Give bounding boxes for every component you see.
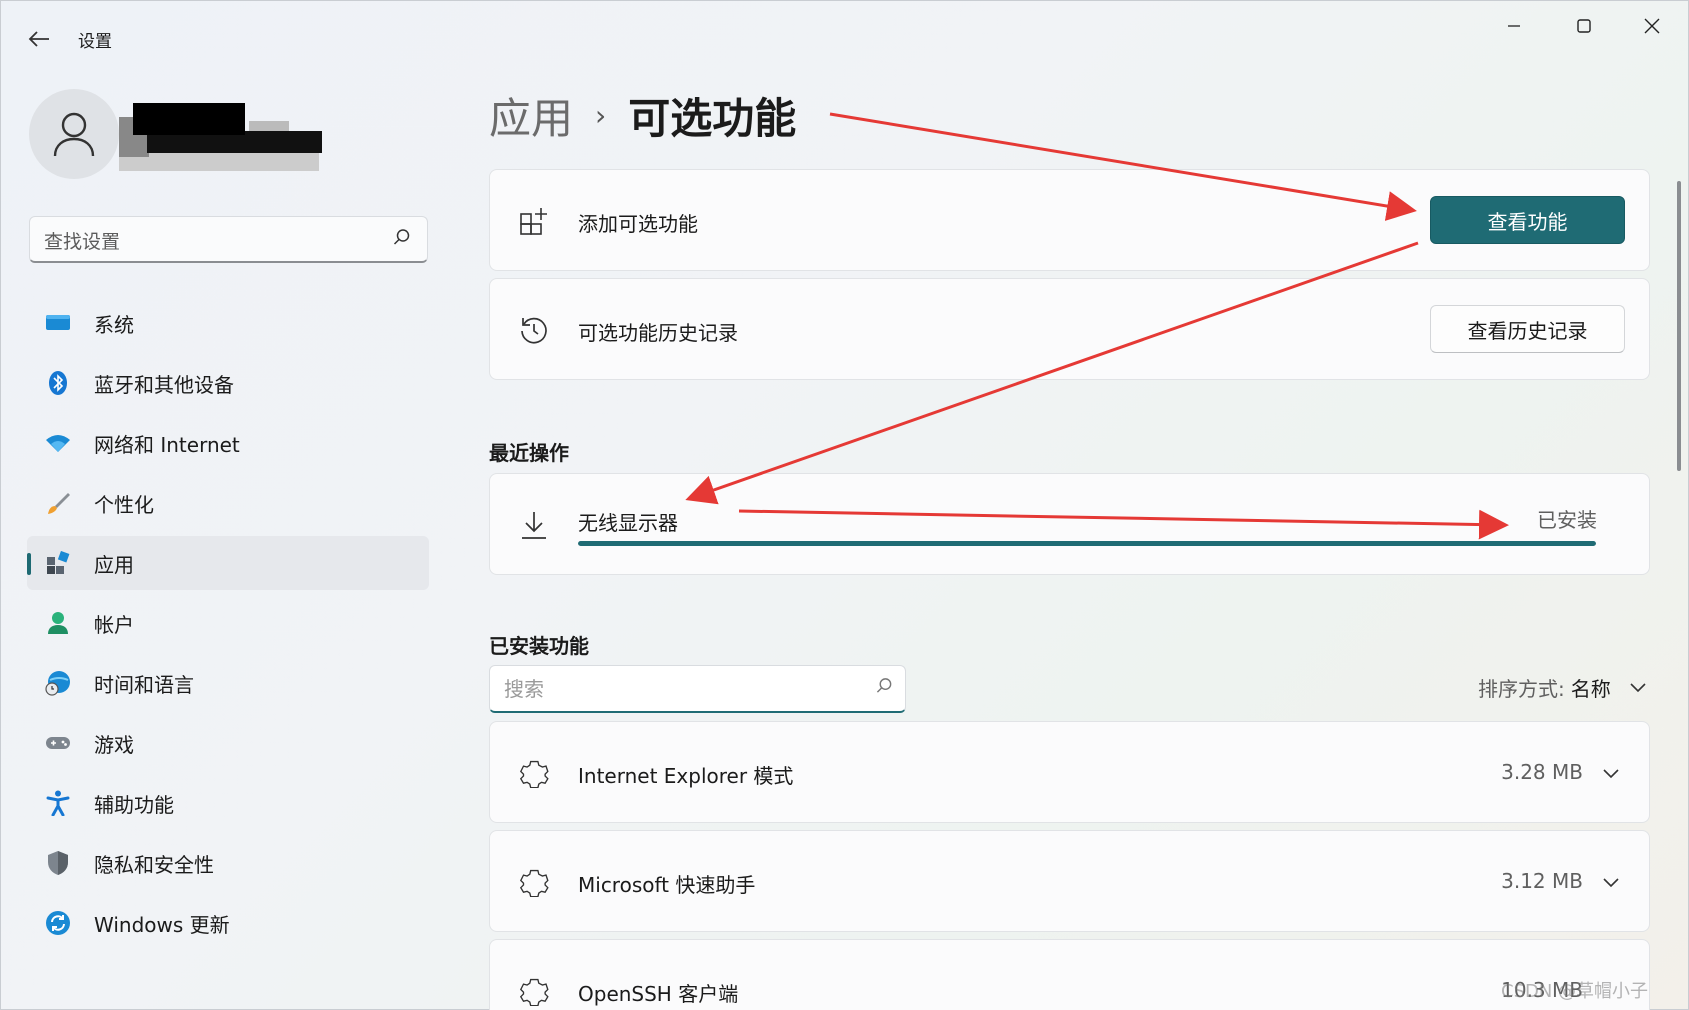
gamepad-icon [45, 730, 71, 756]
sidebar-item-label: 应用 [94, 552, 134, 577]
sidebar-item-label: 帐户 [94, 612, 134, 637]
sidebar-item-label: 系统 [94, 312, 134, 337]
settings-search-placeholder: 查找设置 [44, 231, 121, 253]
sidebar-item-accounts[interactable]: 帐户 [27, 596, 429, 650]
feature-search-field[interactable] [489, 665, 906, 713]
active-indicator [27, 553, 31, 575]
back-button[interactable] [23, 23, 55, 55]
sort-label: 排序方式: [1478, 677, 1565, 701]
feature-size: 3.28 MB [1501, 760, 1583, 784]
puzzle-gear-icon [518, 757, 550, 789]
maximize-icon [1577, 19, 1591, 33]
add-grid-icon [518, 205, 550, 237]
installed-feature-row[interactable]: OpenSSH 客户端 10.3 MB [489, 939, 1650, 1010]
maximize-button[interactable] [1561, 11, 1607, 41]
redacted-username [119, 103, 342, 171]
feature-name: Internet Explorer 模式 [578, 764, 794, 788]
minimize-icon [1508, 25, 1520, 27]
sidebar-item-label: Windows 更新 [94, 912, 230, 937]
update-icon [45, 910, 71, 936]
feature-size: 3.12 MB [1501, 869, 1583, 893]
breadcrumb: 应用 › 可选功能 [489, 85, 796, 145]
sidebar-item-privacy[interactable]: 隐私和安全性 [27, 836, 429, 890]
person-icon [53, 112, 95, 157]
sidebar-item-label: 时间和语言 [94, 672, 194, 697]
history-label: 可选功能历史记录 [578, 321, 738, 345]
sidebar-item-label: 辅助功能 [94, 792, 174, 817]
feature-search-input[interactable] [504, 676, 844, 702]
install-progress-bar [578, 541, 1596, 546]
arrow-left-icon [28, 31, 49, 47]
sidebar-item-network[interactable]: 网络和 Internet [27, 416, 429, 470]
scrollbar[interactable] [1677, 181, 1681, 471]
sidebar-item-personalization[interactable]: 个性化 [27, 476, 429, 530]
watermark: CSDN @草帽小子 [1501, 981, 1649, 1002]
chevron-down-icon[interactable] [1599, 761, 1623, 785]
feature-name: OpenSSH 客户端 [578, 982, 739, 1006]
sidebar-item-windows-update[interactable]: Windows 更新 [27, 896, 429, 950]
install-status: 已安装 [1537, 508, 1597, 532]
recent-action-card: 无线显示器 已安装 [489, 473, 1650, 575]
sort-dropdown[interactable]: 排序方式: 名称 [1478, 673, 1647, 702]
history-card: 可选功能历史记录 查看历史记录 [489, 278, 1650, 380]
recent-item-name: 无线显示器 [578, 511, 678, 535]
recent-section-title: 最近操作 [489, 441, 569, 465]
account-icon [45, 610, 71, 636]
sidebar-item-label: 游戏 [94, 732, 134, 757]
page-title: 可选功能 [628, 93, 797, 143]
installed-feature-row[interactable]: Microsoft 快速助手 3.12 MB [489, 830, 1650, 932]
title-bar: 设置 [1, 1, 1688, 71]
globe-clock-icon [45, 670, 71, 696]
sidebar-item-gaming[interactable]: 游戏 [27, 716, 429, 770]
search-icon [876, 677, 893, 699]
bluetooth-icon [45, 370, 71, 396]
download-icon [518, 509, 550, 541]
wifi-icon [45, 430, 71, 456]
installed-section-title: 已安装功能 [489, 634, 589, 658]
accessibility-icon [45, 790, 71, 816]
installed-feature-row[interactable]: Internet Explorer 模式 3.28 MB [489, 721, 1650, 823]
sidebar-item-time-language[interactable]: 时间和语言 [27, 656, 429, 710]
sidebar-item-label: 网络和 Internet [94, 432, 240, 457]
sidebar-item-accessibility[interactable]: 辅助功能 [27, 776, 429, 830]
chevron-down-icon [1629, 678, 1647, 697]
history-icon [518, 314, 550, 346]
puzzle-gear-icon [518, 866, 550, 898]
brush-icon [45, 490, 71, 516]
sort-value: 名称 [1570, 677, 1611, 701]
feature-name: Microsoft 快速助手 [578, 873, 756, 897]
monitor-icon [45, 310, 71, 336]
apps-icon [45, 550, 71, 576]
add-feature-card: 添加可选功能 查看功能 [489, 169, 1650, 271]
settings-search-input[interactable]: 查找设置 [29, 216, 428, 263]
sidebar-item-system[interactable]: 系统 [27, 296, 429, 350]
settings-window: 设置 查找设置 系统 蓝牙和其他设备 网络和 Internet 个性化 应用 帐… [0, 0, 1689, 1010]
breadcrumb-separator: › [595, 98, 607, 132]
sidebar-item-bluetooth[interactable]: 蓝牙和其他设备 [27, 356, 429, 410]
breadcrumb-parent[interactable]: 应用 [489, 85, 573, 146]
install-progress-fill [578, 541, 1596, 546]
shield-icon [45, 850, 71, 876]
window-title: 设置 [78, 32, 112, 52]
sidebar-nav: 系统 蓝牙和其他设备 网络和 Internet 个性化 应用 帐户 时间和语言 … [27, 296, 429, 956]
view-history-button[interactable]: 查看历史记录 [1430, 305, 1625, 353]
close-button[interactable] [1629, 11, 1675, 41]
avatar[interactable] [29, 89, 119, 179]
minimize-button[interactable] [1491, 11, 1537, 41]
close-icon [1644, 18, 1660, 34]
add-feature-label: 添加可选功能 [578, 212, 698, 236]
sidebar-item-label: 个性化 [94, 492, 154, 517]
view-features-button[interactable]: 查看功能 [1430, 196, 1625, 244]
chevron-down-icon[interactable] [1599, 870, 1623, 894]
sidebar-item-label: 蓝牙和其他设备 [94, 372, 234, 397]
sidebar-item-apps[interactable]: 应用 [27, 536, 429, 590]
search-icon [393, 227, 411, 251]
puzzle-gear-icon [518, 975, 550, 1007]
sidebar-item-label: 隐私和安全性 [94, 852, 214, 877]
